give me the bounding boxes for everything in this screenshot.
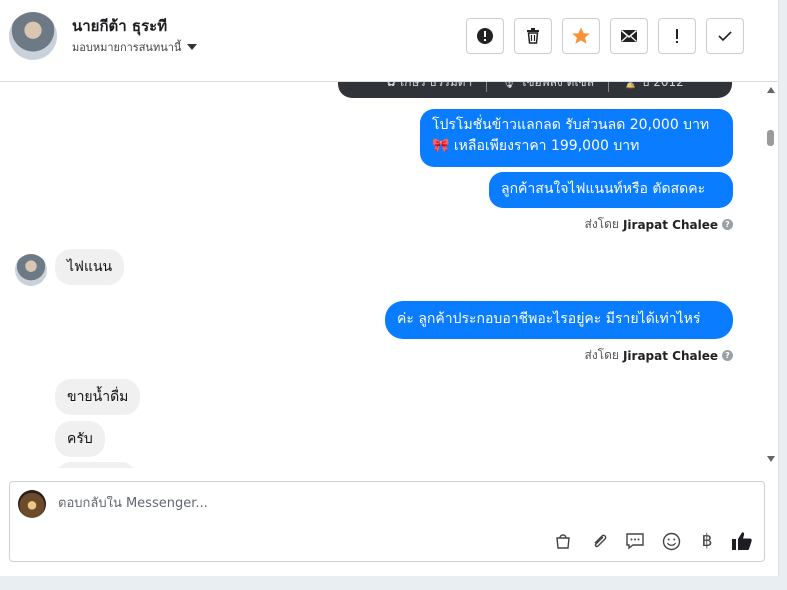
spam-report-button[interactable] [466, 18, 504, 54]
incoming-message-bubble[interactable]: ขายน้ำดื่ม [55, 379, 141, 415]
envelope-icon [621, 29, 637, 42]
sent-by-label: ส่งโดย Jirapat Chalee ? [584, 346, 733, 365]
baht-payment-button[interactable]: ฿ [696, 530, 718, 552]
scroll-down-arrow-icon[interactable] [767, 456, 775, 462]
shopping-bag-icon [556, 534, 570, 549]
banner-divider [608, 82, 610, 92]
assign-conversation-dropdown[interactable]: มอบหมายการสนทนานี้ [72, 38, 198, 56]
sent-by-label: ส่งโดย Jirapat Chalee ? [584, 215, 733, 234]
assign-label: มอบหมายการสนทนานี้ [72, 41, 182, 54]
message-thread: ✿ เกษร ธรรมดา 🎙 ไซอิพิลง ดีเซล ⌛ ปี 2012… [0, 82, 764, 468]
shared-post-banner: ✿ เกษร ธรรมดา 🎙 ไซอิพิลง ดีเซล ⌛ ปี 2012 [338, 82, 732, 98]
conversation-header: นายกีต้า ธุระที มอบหมายการสนทนานี้ [0, 0, 778, 82]
banner-item: ✿ เกษร ธรรมดา [386, 82, 473, 89]
scroll-up-arrow-icon[interactable] [767, 87, 775, 93]
thumbs-up-icon [732, 532, 752, 550]
alert-circle-icon [477, 28, 493, 44]
scrollbar-thumb[interactable] [767, 130, 774, 146]
message-text: ครับ [67, 431, 93, 447]
shopping-bag-button[interactable] [552, 530, 574, 552]
sender-name[interactable]: Jirapat Chalee [623, 218, 718, 232]
star-icon [572, 27, 590, 44]
reply-composer: ฿ [9, 481, 765, 562]
exclamation-icon [676, 29, 678, 43]
sent-by-prefix: ส่งโดย [584, 217, 619, 231]
sent-by-prefix: ส่งโดย [584, 348, 619, 362]
follow-up-button[interactable] [658, 18, 696, 54]
banner-item: 🎙 ไซอิพิลง ดีเซล [501, 82, 595, 89]
outgoing-message-bubble[interactable]: โปรโมชั่นข้าวแลกลด รับส่วนลด 20,000 บาท … [420, 109, 733, 167]
outgoing-message-bubble[interactable]: ค่ะ ลูกค้าประกอบอาชีพอะไรอยู่คะ มีรายได้… [385, 301, 733, 339]
incoming-message-bubble[interactable]: ไฟแนน [55, 249, 125, 285]
message-text: 🎀 เหลือเพียงราคา 199,000 บาท [432, 138, 640, 154]
delete-button[interactable] [514, 18, 552, 54]
chat-bubble-icon [626, 533, 644, 550]
outgoing-message-bubble[interactable]: ลูกค้าสนใจไฟแนนท์หรือ ตัดสดคะ [489, 172, 733, 208]
smiley-icon [662, 532, 680, 550]
incoming-message-bubble[interactable]: ครับ [55, 421, 105, 457]
banner-item: ⌛ ปี 2012 [623, 82, 684, 89]
mark-unread-button[interactable] [610, 18, 648, 54]
message-text: ลูกค้าสนใจไฟแนนท์หรือ ตัดสดคะ [501, 181, 706, 197]
checkmark-icon [718, 31, 732, 42]
conversation-panel: นายกีต้า ธุระที มอบหมายการสนทนานี้ ✿ เกษ… [0, 0, 779, 576]
emoji-button[interactable] [660, 530, 682, 552]
contact-avatar-small[interactable] [15, 254, 47, 286]
contact-avatar[interactable] [9, 12, 57, 60]
contact-name[interactable]: นายกีต้า ธุระที [72, 14, 167, 38]
paperclip-icon [594, 534, 607, 548]
reply-input[interactable] [58, 496, 658, 511]
message-text: ค่ะ ลูกค้าประกอบอาชีพอะไรอยู่คะ มีรายได้… [397, 311, 701, 327]
question-icon[interactable]: ? [722, 219, 733, 230]
question-icon[interactable]: ? [722, 350, 733, 361]
baht-icon: ฿ [701, 531, 713, 551]
chevron-down-icon [187, 44, 198, 50]
banner-divider [486, 82, 488, 92]
message-text: ขายน้ำดื่ม [67, 389, 129, 405]
page-avatar [18, 490, 46, 518]
trash-icon [527, 28, 539, 44]
like-button[interactable] [731, 530, 753, 552]
incoming-message-bubble[interactable] [55, 462, 137, 468]
attach-file-button[interactable] [588, 530, 610, 552]
saved-replies-button[interactable] [624, 530, 646, 552]
message-text: ไฟแนน [67, 259, 113, 275]
done-button[interactable] [706, 18, 744, 54]
star-button[interactable] [562, 18, 600, 54]
message-text: โปรโมชั่นข้าวแลกลด รับส่วนลด 20,000 บาท [432, 117, 710, 133]
sender-name[interactable]: Jirapat Chalee [623, 349, 718, 363]
thread-scrollbar[interactable] [764, 82, 778, 468]
